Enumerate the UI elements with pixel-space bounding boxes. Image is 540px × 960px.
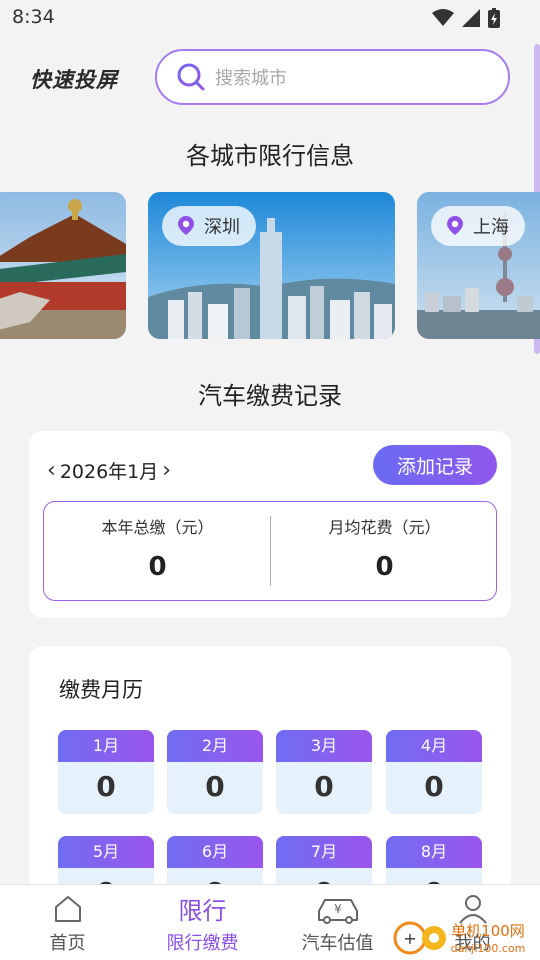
nav-restriction-fee-label: 限行缴费 (166, 933, 239, 954)
month-value: 0 (205, 770, 225, 803)
month-value: 0 (424, 770, 444, 803)
current-month: 2026年1月 (59, 461, 159, 483)
monthly-average: 月均花费（元） 0 (271, 502, 498, 602)
watermark-url: danji100.com (451, 942, 526, 955)
monthly-average-value: 0 (375, 552, 394, 582)
city-name: 上海 (473, 217, 509, 238)
payment-calendar-card: 缴费月历 1月 0 2月 0 3月 0 4月 0 5月 0 6月 0 7月 0 … (29, 646, 511, 920)
nav-home[interactable]: 首页 (0, 885, 135, 960)
monthly-average-label: 月均花费（元） (328, 518, 441, 537)
month-label: 4月 (386, 730, 482, 762)
status-bar: 8:34 (0, 0, 540, 36)
city-card-shanghai[interactable]: 上海 (417, 192, 540, 339)
month-label: 2月 (167, 730, 263, 762)
prev-month-button[interactable]: ‹ (43, 458, 60, 483)
cities-section-title: 各城市限行信息 (186, 142, 354, 170)
city-photo-palace (0, 192, 126, 339)
home-icon (54, 896, 81, 922)
fee-section-title: 汽车缴费记录 (198, 382, 342, 410)
status-time: 8:34 (12, 6, 55, 28)
search-input[interactable]: 搜索城市 (155, 49, 510, 105)
watermark-brand: 单机100网 (451, 922, 525, 940)
car-value-symbol: ¥ (334, 902, 342, 916)
nav-home-label: 首页 (49, 933, 86, 954)
app-title: 快速投屏 (30, 68, 118, 92)
total-paid-label: 本年总缴（元） (101, 518, 214, 537)
add-record-button[interactable]: 添加记录 (373, 445, 497, 485)
calendar-month-cell[interactable]: 4月 0 (386, 730, 482, 814)
month-label: 6月 (167, 836, 263, 868)
nav-restriction-fee[interactable]: 限行 限行缴费 (135, 885, 270, 960)
nav-car-valuation[interactable]: ¥ 汽车估值 (270, 885, 405, 960)
location-pin-icon (447, 216, 463, 235)
restriction-icon: 限行 (178, 897, 227, 925)
month-label: 1月 (58, 730, 154, 762)
fee-summary: 本年总缴（元） 0 月均花费（元） 0 (43, 501, 497, 601)
calendar-month-cell[interactable]: 3月 0 (276, 730, 372, 814)
month-label: 8月 (386, 836, 482, 868)
calendar-title: 缴费月历 (59, 678, 143, 702)
month-value: 0 (96, 770, 116, 803)
month-label: 5月 (58, 836, 154, 868)
month-value: 0 (314, 770, 334, 803)
month-label: 3月 (276, 730, 372, 762)
nav-car-valuation-label: 汽车估值 (301, 933, 374, 954)
signal-icon (462, 9, 480, 27)
city-card-beijing[interactable] (0, 192, 126, 339)
car-value-icon: ¥ (317, 899, 358, 924)
calendar-month-cell[interactable]: 2月 0 (167, 730, 263, 814)
city-card-shenzhen[interactable]: 深圳 (148, 192, 395, 339)
status-icons (432, 8, 500, 28)
next-month-button[interactable]: › (158, 458, 175, 483)
total-paid-value: 0 (148, 552, 167, 582)
svg-text:+: + (403, 929, 416, 948)
location-pin-icon (178, 216, 194, 235)
city-name: 深圳 (204, 217, 240, 238)
calendar-month-cell[interactable]: 1月 0 (58, 730, 154, 814)
search-placeholder: 搜索城市 (215, 68, 287, 89)
watermark-logo: + 单机100网 danji100.com (393, 921, 526, 955)
search-icon (177, 63, 205, 91)
city-tag-shenzhen: 深圳 (162, 206, 256, 246)
total-paid: 本年总缴（元） 0 (44, 502, 271, 602)
battery-icon (488, 8, 500, 28)
fee-record-card: ‹ 2026年1月 › 添加记录 本年总缴（元） 0 月均花费（元） 0 (29, 431, 511, 618)
city-tag-shanghai: 上海 (431, 206, 525, 246)
wifi-icon (432, 9, 454, 26)
month-label: 7月 (276, 836, 372, 868)
month-navigator: ‹ 2026年1月 › (43, 457, 175, 484)
